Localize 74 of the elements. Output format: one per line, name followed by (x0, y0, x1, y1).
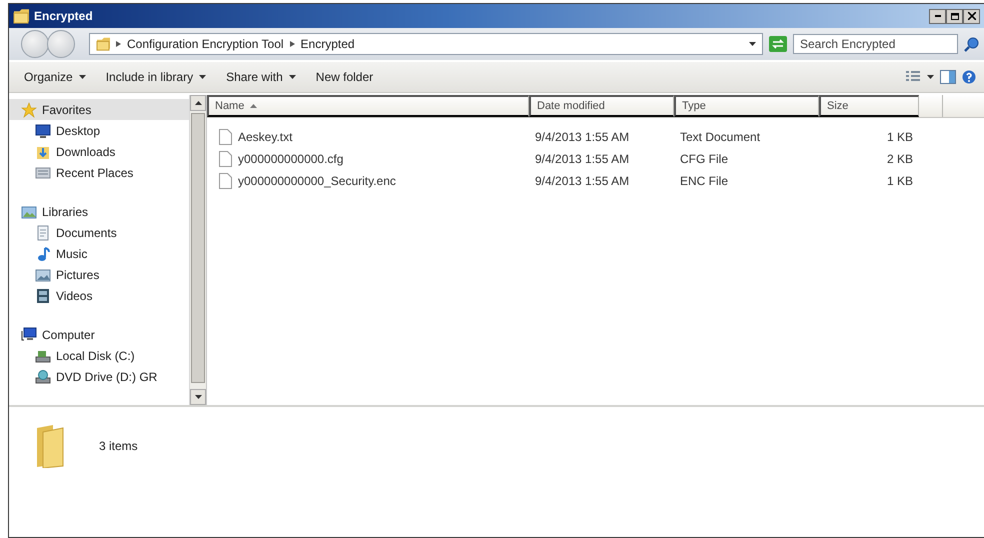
table-cell: CFG File (680, 152, 728, 166)
refresh-icon[interactable] (769, 36, 787, 52)
close-icon (968, 12, 976, 20)
nav-item[interactable]: Pictures (9, 264, 189, 285)
maximize-icon (950, 12, 958, 20)
toolbar-button[interactable]: Organize (17, 67, 93, 87)
help-icon[interactable] (962, 70, 976, 84)
scroll-up-icon (194, 101, 202, 105)
toolbar-button[interactable]: Include in library (98, 67, 214, 87)
toolbar-button[interactable]: Share with (219, 67, 303, 87)
nav-item[interactable]: Videos (9, 285, 189, 306)
music-note-icon (35, 246, 51, 262)
table-cell: 9/4/2013 1:55 AM (535, 174, 630, 188)
scrollbar[interactable] (189, 95, 206, 405)
nav-item[interactable]: DVD Drive (D:) GR (9, 366, 189, 387)
star-icon (21, 102, 37, 118)
column-header[interactable]: Name (207, 95, 529, 117)
view-options-icon[interactable] (905, 70, 921, 84)
file-icon (219, 129, 232, 145)
pictures-icon (35, 266, 51, 282)
back-button[interactable] (21, 30, 49, 58)
forward-button[interactable] (47, 30, 75, 58)
chevron-icon (116, 41, 121, 47)
column-header[interactable]: Size (819, 95, 919, 117)
nav-item[interactable]: Recent Places (9, 162, 189, 183)
nav-item[interactable]: Local Disk (C:) (9, 345, 189, 366)
address-field[interactable]: Configuration Encryption Tool Encrypted (89, 33, 763, 55)
table-cell: 2 KB (886, 152, 913, 166)
item-count: 3 items (99, 439, 138, 453)
table-cell: 1 KB (886, 174, 913, 188)
folder-icon (35, 424, 65, 468)
close-button[interactable] (963, 8, 980, 24)
nav-item[interactable]: Libraries (9, 201, 189, 222)
nav-item[interactable]: Favorites (9, 99, 189, 120)
column-header[interactable]: Type (674, 95, 819, 117)
maximize-button[interactable] (946, 8, 963, 24)
folder-icon (13, 8, 29, 24)
film-icon (35, 288, 51, 304)
table-cell: Text Document (680, 130, 760, 144)
disc-drive-icon (35, 368, 51, 384)
scroll-down-icon (194, 395, 202, 399)
caret-icon (927, 75, 934, 79)
table-cell: 9/4/2013 1:55 AM (535, 152, 630, 166)
monitor-icon (35, 122, 51, 138)
file-name[interactable]: y000000000000_Security.enc (238, 174, 396, 188)
window-title: Encrypted (34, 9, 94, 23)
file-name[interactable]: Aeskey.txt (238, 130, 292, 144)
nav-item[interactable]: Documents (9, 222, 189, 243)
toolbar-button[interactable]: New folder (308, 67, 380, 87)
table-cell: 9/4/2013 1:55 AM (535, 130, 630, 144)
breadcrumb[interactable]: Encrypted (300, 37, 355, 51)
file-icon (219, 151, 232, 167)
nav-item[interactable]: Downloads (9, 141, 189, 162)
column-header[interactable]: Date modified (529, 95, 674, 117)
preview-pane-icon[interactable] (940, 70, 956, 84)
file-name[interactable]: y000000000000.cfg (238, 152, 344, 166)
nav-item[interactable]: Desktop (9, 120, 189, 141)
minimize-button[interactable] (929, 8, 946, 24)
search-field[interactable]: Search Encrypted (793, 34, 958, 54)
nav-item[interactable]: Music (9, 243, 189, 264)
document-icon (35, 224, 51, 240)
chevron-icon (290, 41, 295, 47)
folder-icon (96, 37, 110, 51)
libraries-icon (21, 204, 37, 220)
file-icon (219, 173, 232, 189)
minimize-icon (934, 15, 940, 17)
caret-icon (749, 42, 756, 46)
recent-places-icon (35, 164, 51, 180)
table-cell: ENC File (680, 174, 728, 188)
table-cell: 1 KB (886, 130, 913, 144)
search-icon[interactable] (964, 36, 980, 52)
nav-item[interactable]: Computer (9, 324, 189, 345)
breadcrumb[interactable]: Configuration Encryption Tool (127, 37, 284, 51)
computer-icon (21, 326, 37, 342)
